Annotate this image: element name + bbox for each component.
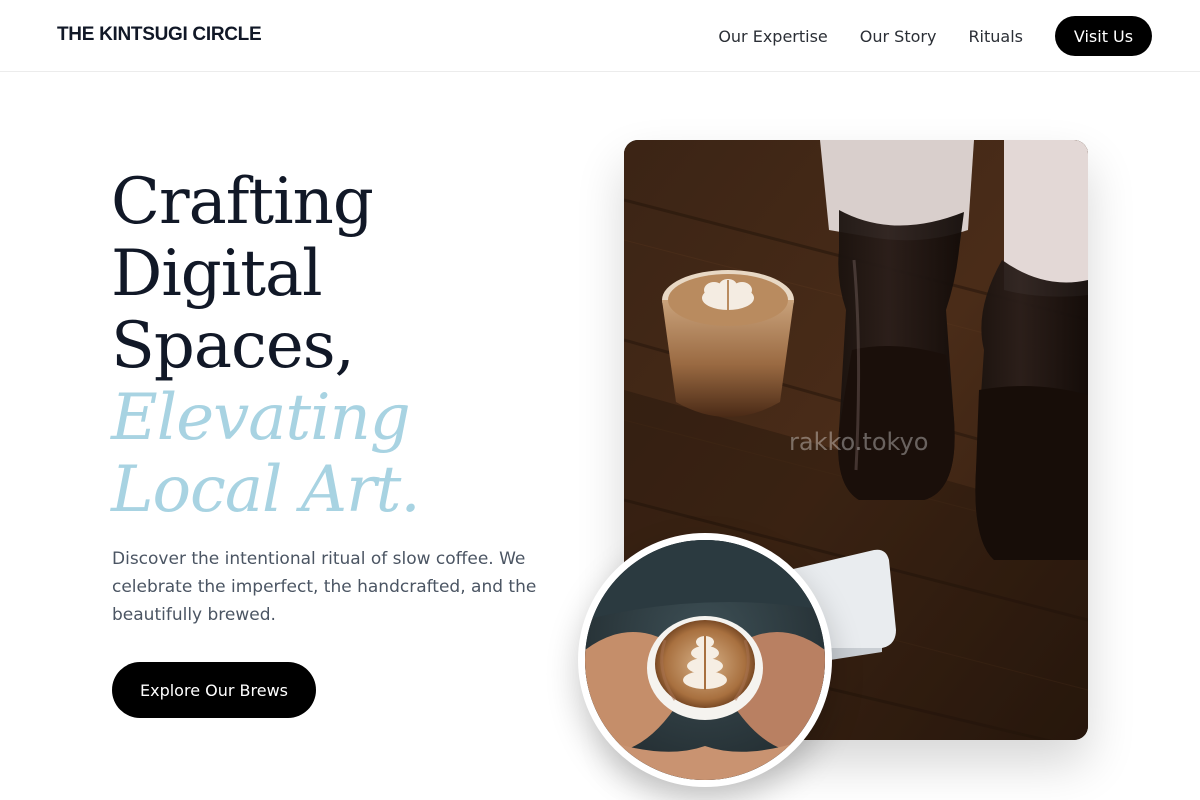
main-nav: Our Expertise Our Story Rituals Visit Us	[718, 16, 1152, 56]
hero-title-accent-line: Elevating	[111, 381, 411, 455]
hero-description: Discover the intentional ritual of slow …	[112, 549, 537, 625]
nav-link-rituals[interactable]: Rituals	[968, 27, 1023, 46]
nav-link-our-expertise[interactable]: Our Expertise	[718, 27, 827, 46]
hero-title-accent-line: Local Art.	[111, 453, 421, 527]
latte-cup-illustration	[585, 540, 825, 780]
hero-title-line: Spaces,	[111, 309, 355, 383]
explore-brews-button[interactable]: Explore Our Brews	[112, 662, 316, 718]
hero-title: Crafting Digital Spaces, Elevating Local…	[111, 166, 551, 526]
latte-art-cup-photo	[578, 533, 832, 787]
hero-title-line: Crafting	[111, 165, 374, 239]
hero-title-line: Digital	[111, 237, 323, 311]
photo-watermark: rakko.tokyo	[789, 428, 928, 456]
visit-us-button[interactable]: Visit Us	[1055, 16, 1152, 56]
nav-link-our-story[interactable]: Our Story	[860, 27, 937, 46]
site-header: THE KINTSUGI CIRCLE Our Expertise Our St…	[0, 0, 1200, 72]
brand-logo[interactable]: THE KINTSUGI CIRCLE	[57, 24, 262, 46]
